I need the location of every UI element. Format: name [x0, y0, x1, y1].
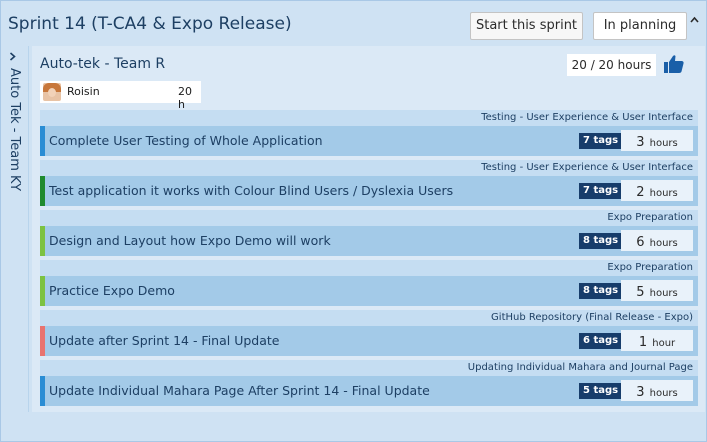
task-title: Practice Expo Demo [49, 283, 175, 298]
member-hours: 20 h [178, 85, 192, 111]
task-tags-badge[interactable]: 6 tags [579, 333, 623, 349]
task-hours-field[interactable]: 5 hours [621, 280, 693, 301]
task-item: GitHub Repository (Final Release - Expo)… [40, 310, 698, 356]
task-title: Update Individual Mahara Page After Spri… [49, 383, 430, 398]
task-item: Expo Preparation Practice Expo Demo 8 ta… [40, 260, 698, 306]
task-category: Testing - User Experience & User Interfa… [40, 110, 698, 126]
task-tags-badge[interactable]: 8 tags [579, 233, 623, 249]
task-category: Expo Preparation [40, 260, 698, 276]
team-side-tab[interactable]: Auto Tek - Team KY [1, 46, 29, 412]
task-hours-field[interactable]: 3 hours [621, 130, 693, 151]
task-item: Testing - User Experience & User Interfa… [40, 160, 698, 206]
task-row[interactable]: Update Individual Mahara Page After Spri… [40, 376, 698, 406]
task-category: Testing - User Experience & User Interfa… [40, 160, 698, 176]
task-tags-badge[interactable]: 5 tags [579, 383, 623, 399]
task-category: Updating Individual Mahara and Journal P… [40, 360, 698, 376]
task-item: Testing - User Experience & User Interfa… [40, 110, 698, 156]
sprint-card: Sprint 14 (T-CA4 & Expo Release) Start t… [0, 0, 707, 442]
task-hours-field[interactable]: 2 hours [621, 180, 693, 201]
task-title: Update after Sprint 14 - Final Update [49, 333, 280, 348]
chevron-up-icon[interactable] [690, 11, 699, 26]
sprint-header: Sprint 14 (T-CA4 & Expo Release) Start t… [1, 1, 706, 46]
task-hours-field[interactable]: 3 hours [621, 380, 693, 401]
task-row[interactable]: Update after Sprint 14 - Final Update 6 … [40, 326, 698, 356]
team-hours-summary: 20 / 20 hours [567, 54, 656, 76]
task-item: Expo Preparation Design and Layout how E… [40, 210, 698, 256]
thumbs-up-icon[interactable] [663, 54, 685, 74]
task-tags-badge[interactable]: 8 tags [579, 283, 623, 299]
task-category: GitHub Repository (Final Release - Expo) [40, 310, 698, 326]
chevron-right-icon[interactable] [9, 49, 16, 64]
task-row[interactable]: Practice Expo Demo 8 tags 5 hours [40, 276, 698, 306]
team-panel: Auto-tek - Team R 20 / 20 hours Roisin 2… [32, 46, 705, 412]
member-name: Roisin [67, 85, 100, 98]
team-member-chip[interactable]: Roisin 20 h [40, 81, 201, 111]
task-row[interactable]: Complete User Testing of Whole Applicati… [40, 126, 698, 156]
team-name: Auto-tek - Team R [40, 56, 166, 72]
task-title: Test application it works with Colour Bl… [49, 183, 454, 198]
sprint-title: Sprint 14 (T-CA4 & Expo Release) [8, 14, 292, 34]
task-tags-badge[interactable]: 7 tags [579, 183, 623, 199]
sprint-status-button[interactable]: In planning [593, 12, 687, 40]
task-title: Complete User Testing of Whole Applicati… [49, 133, 323, 148]
task-tags-badge[interactable]: 7 tags [579, 133, 623, 149]
task-item: Updating Individual Mahara and Journal P… [40, 360, 698, 406]
task-category: Expo Preparation [40, 210, 698, 226]
task-row[interactable]: Test application it works with Colour Bl… [40, 176, 698, 206]
task-title: Design and Layout how Expo Demo will wor… [49, 233, 331, 248]
task-row[interactable]: Design and Layout how Expo Demo will wor… [40, 226, 698, 256]
side-tab-label: Auto Tek - Team KY [7, 68, 22, 192]
task-hours-field[interactable]: 6 hours [621, 230, 693, 251]
task-hours-field[interactable]: 1 hour [621, 330, 693, 351]
start-sprint-button[interactable]: Start this sprint [470, 12, 583, 40]
avatar [43, 83, 61, 101]
